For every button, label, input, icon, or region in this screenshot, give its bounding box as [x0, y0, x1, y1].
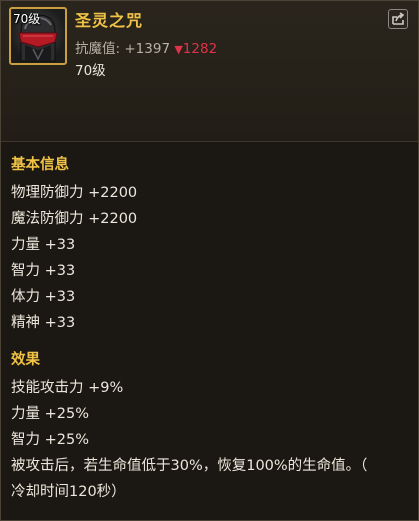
basic-stat: 魔法防御力 +2200 — [11, 211, 138, 227]
helmet-icon[interactable]: 70级 — [9, 7, 67, 65]
basic-stat: 精神 +33 — [11, 315, 76, 331]
basic-stat: 物理防御力 +2200 — [11, 185, 138, 201]
basic-info-title: 基本信息 — [11, 157, 69, 173]
icon-level-badge: 70级 — [13, 12, 41, 26]
down-arrow-icon: ▼ — [174, 43, 183, 56]
tooltip-header: 70级 圣灵之咒 抗魔值: +1397 ▼1282 70级 — [1, 1, 418, 142]
basic-stat: 力量 +33 — [11, 237, 76, 253]
item-name: 圣灵之咒 — [75, 11, 144, 30]
basic-stat: 智力 +33 — [11, 263, 76, 279]
basic-stat: 体力 +33 — [11, 289, 76, 305]
effect-line: 被攻击后，若生命值低于30%，恢复100%的生命值。（ — [11, 458, 368, 474]
resist-row: 抗魔值: +1397 ▼1282 — [75, 37, 217, 57]
level-requirement: 70级 — [75, 63, 106, 79]
effect-line: 力量 +25% — [11, 406, 89, 422]
effects-title: 效果 — [11, 352, 40, 368]
effect-line: 智力 +25% — [11, 432, 89, 448]
share-icon[interactable] — [388, 9, 408, 29]
effect-line: 技能攻击力 +9% — [11, 380, 124, 396]
effect-line: 冷却时间120秒） — [11, 484, 126, 500]
item-tooltip: 70级 圣灵之咒 抗魔值: +1397 ▼1282 70级 基本信息 物理防御力… — [0, 0, 419, 521]
resist-label: 抗魔值: — [75, 41, 121, 57]
resist-down-value: 1282 — [182, 41, 218, 57]
resist-plus-value: +1397 — [124, 41, 171, 57]
